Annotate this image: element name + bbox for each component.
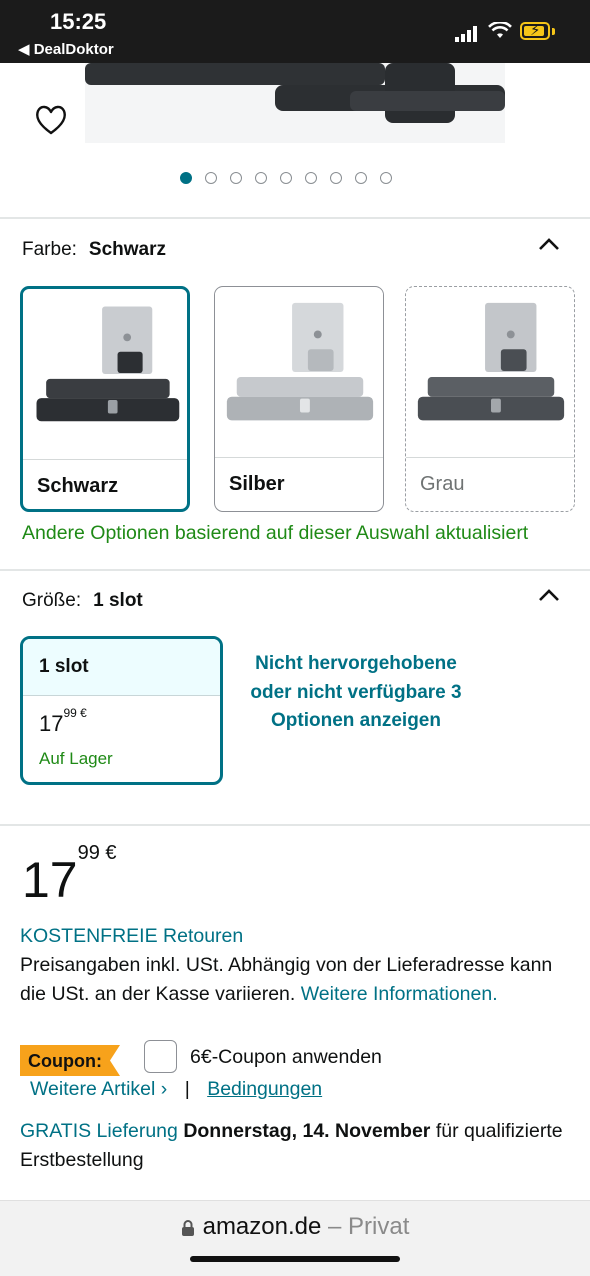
charging-bolt-icon: ⚡ xyxy=(530,22,541,39)
swatch-product-image xyxy=(406,288,574,456)
swatch-label: Grau xyxy=(420,473,465,495)
home-indicator[interactable] xyxy=(190,1256,400,1262)
tax-info: Preisangaben inkl. USt. Abhängig von der… xyxy=(20,951,565,1008)
carousel-dot[interactable] xyxy=(355,172,367,184)
stock-status: Auf Lager xyxy=(39,749,113,768)
size-selected-value: 1 slot xyxy=(93,590,143,611)
carousel-dot[interactable] xyxy=(230,172,242,184)
wifi-icon xyxy=(488,22,512,38)
section-divider xyxy=(0,569,590,571)
swatch-label: Silber xyxy=(229,473,285,495)
size-option-1-slot[interactable]: 1 slot 1799 € Auf Lager xyxy=(20,636,223,785)
carousel-dot[interactable] xyxy=(380,172,392,184)
free-returns-link[interactable]: KOSTENFREIE Retouren xyxy=(20,922,243,951)
swatch-product-image xyxy=(215,288,383,456)
section-divider xyxy=(0,217,590,219)
coupon-text: 6€-Coupon anwenden xyxy=(190,1046,382,1068)
free-delivery-link[interactable]: GRATIS Lieferung xyxy=(20,1120,178,1142)
size-option-price: 1799 € xyxy=(39,705,87,736)
size-label: Größe: xyxy=(22,590,82,611)
more-items-link[interactable]: Weitere Artikel › xyxy=(30,1078,167,1100)
carousel-dot[interactable] xyxy=(330,172,342,184)
signal-icon xyxy=(455,26,477,42)
color-option-header[interactable]: Farbe: Schwarz xyxy=(22,239,166,261)
chevron-up-icon[interactable] xyxy=(538,237,560,251)
address-bar-url[interactable]: amazon.de – Privat xyxy=(0,1213,590,1241)
carousel-dot[interactable] xyxy=(305,172,317,184)
delivery-date: Donnerstag, 14. November xyxy=(183,1120,431,1142)
coupon-links: Weitere Artikel › | Bedingungen xyxy=(30,1075,322,1104)
color-swatch-grau[interactable]: Grau xyxy=(405,286,575,512)
show-more-options-link[interactable]: Nicht hervorgehobene oder nicht verfügba… xyxy=(250,650,462,736)
status-time: 15:25 xyxy=(50,9,107,34)
carousel-dot[interactable] xyxy=(180,172,192,184)
coupon-checkbox[interactable] xyxy=(144,1040,177,1073)
terms-link[interactable]: Bedingungen xyxy=(207,1078,322,1100)
chevron-up-icon[interactable] xyxy=(538,588,560,602)
carousel-dot[interactable] xyxy=(205,172,217,184)
coupon-badge: Coupon: xyxy=(20,1045,120,1076)
status-bar: 15:25 ◀ DealDoktor ⚡ xyxy=(0,0,590,63)
color-label: Farbe: xyxy=(22,239,77,260)
wishlist-heart-icon[interactable] xyxy=(34,104,68,136)
back-to-app-link[interactable]: ◀ DealDoktor xyxy=(18,40,114,58)
swatch-product-image xyxy=(23,292,187,456)
swatch-label: Schwarz xyxy=(37,475,119,497)
product-price: 1799 € xyxy=(22,842,117,908)
size-option-title: 1 slot xyxy=(39,656,89,677)
url-domain: amazon.de xyxy=(202,1213,322,1240)
color-selected-value: Schwarz xyxy=(88,239,167,260)
color-swatch-schwarz[interactable]: Schwarz xyxy=(20,286,190,512)
link-separator: | xyxy=(184,1078,190,1100)
carousel-dots[interactable] xyxy=(180,172,392,184)
product-image[interactable] xyxy=(85,63,505,143)
size-option-header[interactable]: Größe: 1 slot xyxy=(22,590,143,612)
section-divider xyxy=(0,824,590,826)
svg-text:Coupon:: Coupon: xyxy=(28,1051,102,1071)
color-swatch-silber[interactable]: Silber xyxy=(214,286,384,512)
private-mode-label: – Privat xyxy=(328,1213,410,1240)
lock-icon xyxy=(181,1219,194,1236)
tax-info-link[interactable]: Weitere Informationen. xyxy=(301,983,498,1005)
options-updated-note: Andere Optionen basierend auf dieser Aus… xyxy=(22,522,529,544)
carousel-dot[interactable] xyxy=(280,172,292,184)
delivery-info: GRATIS Lieferung Donnerstag, 14. Novembe… xyxy=(20,1117,565,1174)
carousel-dot[interactable] xyxy=(255,172,267,184)
